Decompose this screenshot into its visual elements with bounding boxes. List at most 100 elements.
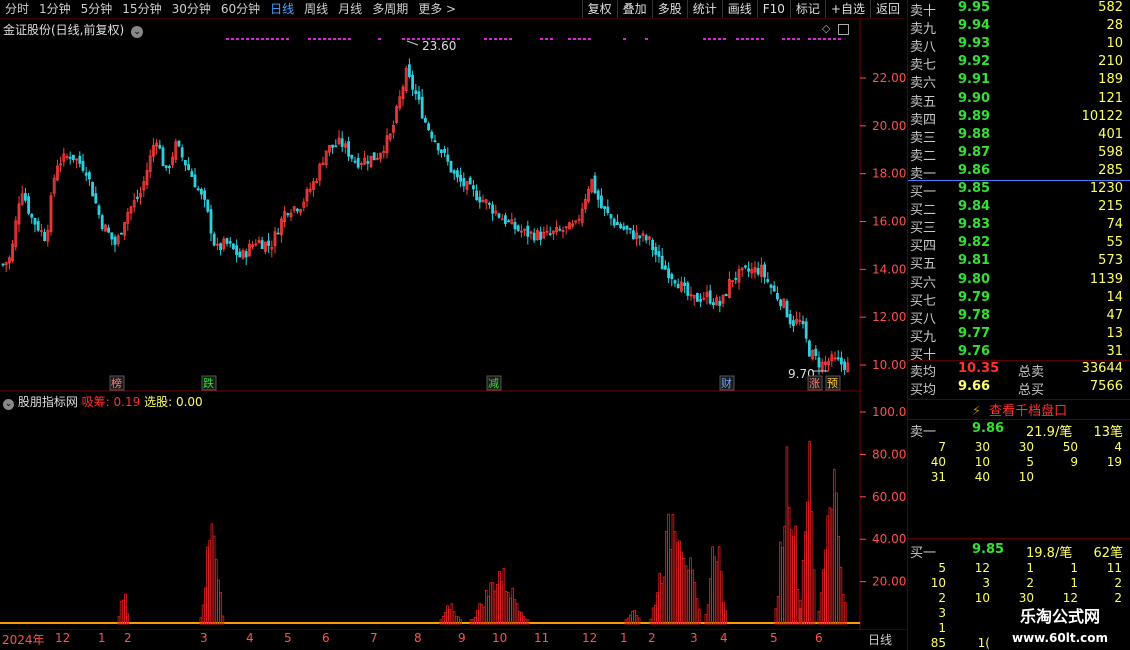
candle-body xyxy=(193,174,197,188)
lightning-icon: ⚡ xyxy=(971,404,982,419)
signal-dot xyxy=(378,38,381,40)
candle-body xyxy=(68,156,72,159)
order-book-row[interactable]: 卖八 9.93 10 xyxy=(908,36,1130,55)
indicator-bar xyxy=(695,598,699,625)
signal-dot xyxy=(723,38,726,40)
period-tab-1[interactable]: 1分钟 xyxy=(34,0,76,18)
summary-value: 9.66 xyxy=(958,379,991,394)
toolbar-button-1[interactable]: 叠加 xyxy=(616,0,652,18)
candle-body xyxy=(503,215,507,224)
indicator-bar xyxy=(830,508,834,625)
period-tab-7[interactable]: 周线 xyxy=(299,0,333,18)
queue-label: 卖一 xyxy=(910,425,937,440)
signal-dot xyxy=(751,38,754,40)
queue-per-order: 21.9/笔 xyxy=(1026,425,1073,440)
toolbar-button-6[interactable]: 标记 xyxy=(789,0,825,18)
order-book-row[interactable]: 卖四 9.89 10122 xyxy=(908,109,1130,128)
order-book-row[interactable]: 买四 9.82 55 xyxy=(908,235,1130,254)
signal-dot xyxy=(761,38,764,40)
indicator-name[interactable]: 股朋指标网 xyxy=(18,395,78,409)
candlestick-chart[interactable]: 22.00 20.00 18.00 16.00 14.00 12.00 10.00 23.60… xyxy=(0,19,907,630)
event-tag[interactable]: 跌 xyxy=(201,375,217,391)
toolbar-button-0[interactable]: 复权 xyxy=(581,0,617,18)
queue-order: 10 xyxy=(974,591,990,605)
period-label[interactable]: 日线 xyxy=(868,631,892,648)
indicator-bar xyxy=(717,546,721,625)
signal-dot xyxy=(782,38,785,40)
order-book-row[interactable]: 卖九 9.94 28 xyxy=(908,18,1130,37)
queue-order: 10 xyxy=(930,576,946,590)
signal-dot xyxy=(787,38,790,40)
order-book-row[interactable]: 买一 9.85 1230 xyxy=(908,181,1130,200)
toolbar-button-5[interactable]: F10 xyxy=(756,0,790,18)
queue-order: 30 xyxy=(974,440,990,454)
order-book-row[interactable]: 卖三 9.88 401 xyxy=(908,126,1130,146)
indicator-bar xyxy=(495,584,499,625)
candles xyxy=(1,58,850,375)
candle-body xyxy=(724,293,728,297)
order-book-row[interactable]: 卖六 9.91 189 xyxy=(908,72,1130,91)
order-book-row[interactable]: 买二 9.84 215 xyxy=(908,199,1130,218)
toolbar-button-2[interactable]: 多股 xyxy=(651,0,687,18)
candle-body xyxy=(616,221,619,226)
candle-body xyxy=(97,205,101,215)
period-tab-6[interactable]: 日线 xyxy=(265,0,299,18)
order-book-row[interactable]: 买七 9.79 14 xyxy=(908,290,1130,309)
order-book-row[interactable]: 买八 9.78 47 xyxy=(908,308,1130,327)
period-tab-0[interactable]: 分时 xyxy=(0,0,34,18)
y-tick-label: 20.00 xyxy=(872,119,906,133)
candle-body xyxy=(196,188,200,191)
order-book-row[interactable]: 买五 9.81 573 xyxy=(908,253,1130,273)
toolbar-button-3[interactable]: 统计 xyxy=(686,0,722,18)
level-price: 9.85 xyxy=(958,181,991,196)
queue-depth-button[interactable]: ⚡ 查看千档盘口 xyxy=(908,399,1130,420)
candle-body xyxy=(622,226,626,230)
indicator-bar xyxy=(684,565,688,625)
date-label: 5 xyxy=(770,631,778,645)
toolbar-button-8[interactable]: 返回 xyxy=(869,0,905,18)
signal-dot xyxy=(276,38,279,40)
order-book-row[interactable]: 卖十 9.95 582 xyxy=(908,0,1130,19)
candle-body xyxy=(785,300,789,318)
event-tag[interactable]: 涨 xyxy=(807,375,823,391)
order-book-row[interactable]: 卖二 9.87 598 xyxy=(908,145,1130,164)
candle-body xyxy=(788,313,792,325)
event-tag[interactable]: 榜 xyxy=(109,375,125,391)
order-book-row[interactable]: 卖七 9.92 210 xyxy=(908,54,1130,73)
event-tag-text: 预 xyxy=(827,377,838,390)
signal-dot xyxy=(504,38,507,40)
period-tab-5[interactable]: 60分钟 xyxy=(216,0,265,18)
date-label: 12 xyxy=(582,631,598,645)
param2-label: 选股: xyxy=(144,395,173,409)
order-book-row[interactable]: 买六 9.80 1139 xyxy=(908,272,1130,291)
event-tag[interactable]: 预 xyxy=(825,375,841,391)
indicator-bar xyxy=(779,541,782,625)
indicator-bar xyxy=(124,593,127,625)
period-tab-8[interactable]: 月线 xyxy=(333,0,367,18)
candle-body xyxy=(199,188,203,195)
chevron-down-icon[interactable]: ⌄ xyxy=(3,399,14,410)
summary-label: 买均 xyxy=(910,383,937,398)
order-book-row[interactable]: 卖五 9.90 121 xyxy=(908,91,1130,110)
signal-dot xyxy=(833,38,836,40)
summary-label: 总卖 xyxy=(1018,365,1045,380)
indicator-bar xyxy=(500,581,503,625)
indicator-bar xyxy=(822,569,825,625)
event-tag[interactable]: 减 xyxy=(486,375,502,391)
period-tab-4[interactable]: 30分钟 xyxy=(167,0,216,18)
signal-dot xyxy=(402,38,405,40)
period-tab-10[interactable]: 更多 > xyxy=(413,0,461,18)
indicator-bar xyxy=(658,572,661,625)
level-volume: 401 xyxy=(1098,126,1123,142)
high-label: 23.60 xyxy=(422,39,456,53)
toolbar-button-4[interactable]: 画线 xyxy=(721,0,757,18)
order-book-row[interactable]: 买三 9.83 74 xyxy=(908,217,1130,236)
toolbar-button-7[interactable]: +自选 xyxy=(824,0,870,18)
event-tag[interactable]: 财 xyxy=(719,375,735,391)
period-tab-2[interactable]: 5分钟 xyxy=(76,0,118,18)
order-book-row[interactable]: 卖一 9.86 285 xyxy=(908,163,1130,182)
order-book-row[interactable]: 买九 9.77 13 xyxy=(908,326,1130,345)
period-tab-3[interactable]: 15分钟 xyxy=(117,0,166,18)
level-label: 买五 xyxy=(910,257,937,273)
period-tab-9[interactable]: 多周期 xyxy=(367,0,413,18)
